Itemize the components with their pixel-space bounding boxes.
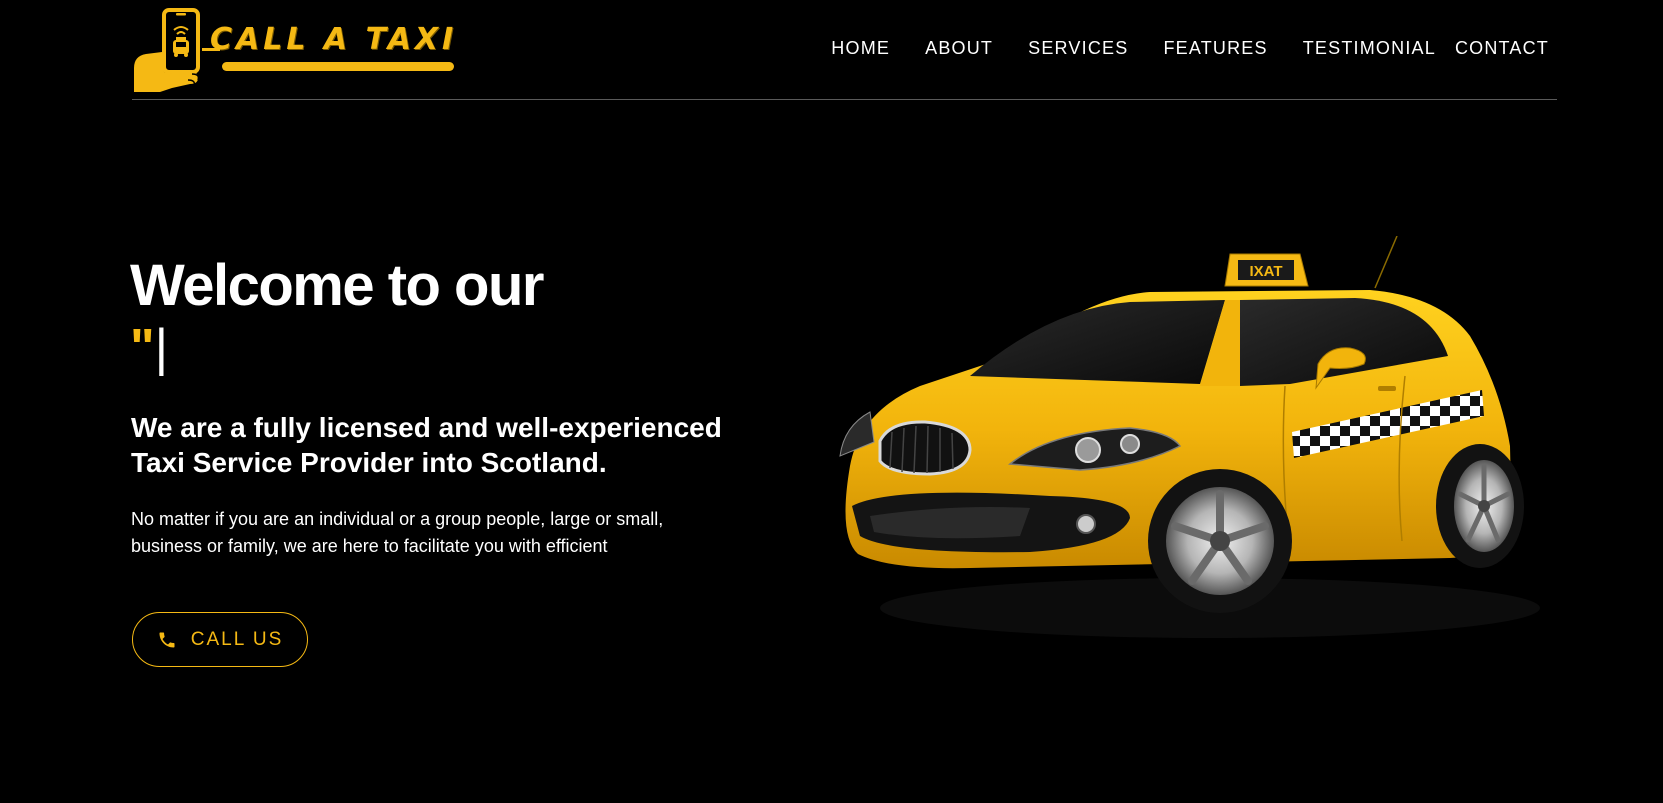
phone-icon — [159, 632, 175, 647]
nav-contact[interactable]: CONTACT — [1455, 38, 1549, 59]
nav-about[interactable]: ABOUT — [925, 38, 993, 59]
logo-text: CALL A TAXI — [210, 22, 458, 57]
call-us-label: CALL US — [190, 628, 284, 650]
typed-cursor: | — [154, 319, 169, 377]
logo[interactable]: CALL A TAXI — [132, 8, 462, 94]
main-nav: HOME ABOUT SERVICES FEATURES TESTIMONIAL… — [796, 38, 1549, 59]
call-us-button[interactable]: CALL US — [132, 612, 308, 667]
nav-home[interactable]: HOME — [831, 38, 890, 59]
taxi-car-image: IXAT — [839, 236, 1540, 638]
hero-description: No matter if you are an individual or a … — [131, 509, 664, 556]
nav-services[interactable]: SERVICES — [1028, 38, 1128, 59]
typed-text: " — [130, 319, 155, 377]
nav-testimonial[interactable]: TESTIMONIAL — [1303, 38, 1436, 59]
nav-features[interactable]: FEATURES — [1163, 38, 1267, 59]
roof-sign-text: IXAT — [1249, 263, 1282, 280]
site-header: CALL A TAXI HOME ABOUT SERVICES FEATURES… — [132, 0, 1557, 100]
phone-hand-logo-icon — [134, 8, 200, 92]
logo-speed-line — [202, 48, 220, 51]
page: CALL A TAXI HOME ABOUT SERVICES FEATURES… — [0, 0, 1663, 803]
hero-subtitle: We are a fully licensed and well-experie… — [131, 412, 722, 478]
logo-underline-swoosh — [222, 62, 454, 71]
hero-title: Welcome to our — [130, 253, 544, 318]
typed-text-line: "| — [130, 318, 168, 378]
